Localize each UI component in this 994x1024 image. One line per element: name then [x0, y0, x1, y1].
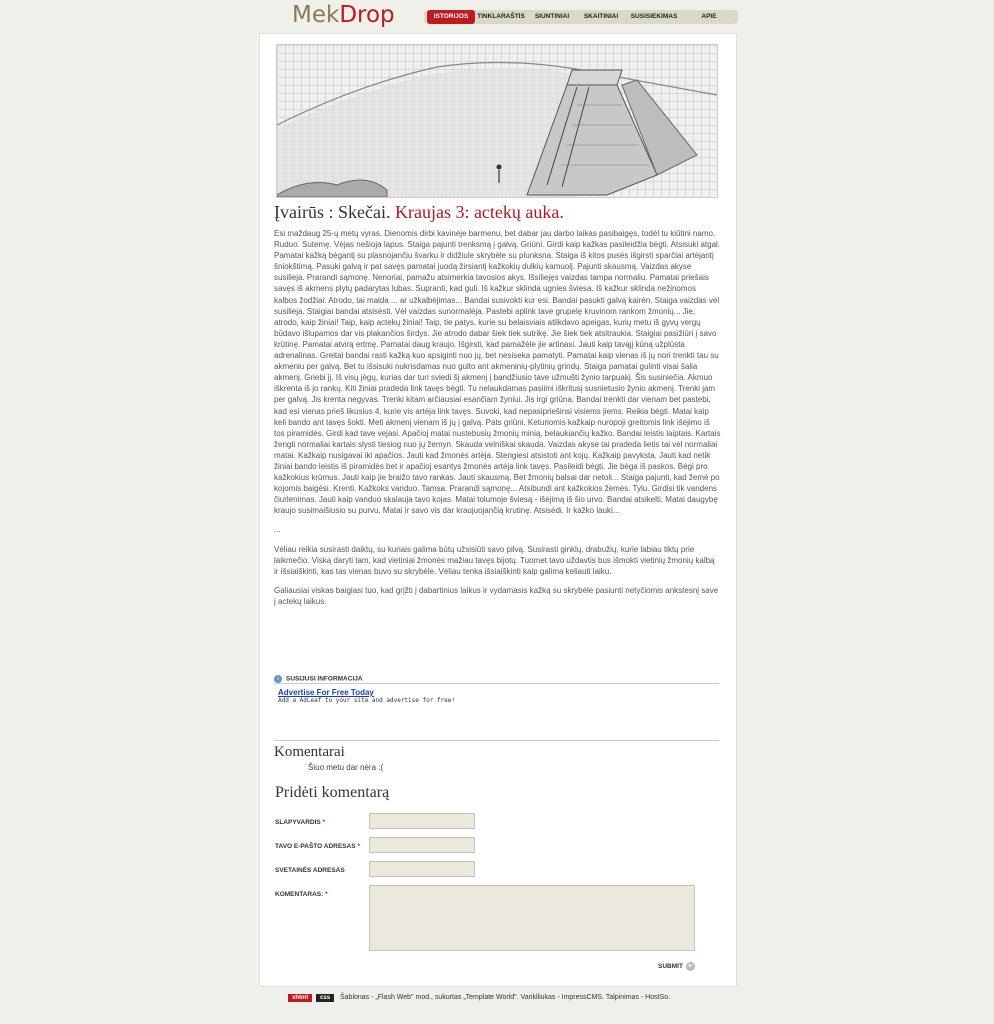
xhtml-badge[interactable]: xhtml — [288, 994, 313, 1002]
nav-item-skaitiniai[interactable]: SKAITINIAI — [577, 10, 625, 24]
website-input[interactable] — [369, 861, 475, 877]
article-paragraph-4: Galiausiai viskas baigiasi tuo, kad grįž… — [274, 585, 719, 606]
email-label-text: TAVO E-PAŠTO ADRESAS — [275, 843, 356, 850]
site-logo[interactable]: MekDrop — [292, 2, 395, 28]
logo-part-drop: Drop — [339, 2, 395, 28]
article-title-text[interactable]: Kraujas 3: actekų auka. — [395, 202, 564, 222]
header-sketch-image — [276, 44, 718, 198]
advertise-link[interactable]: Advertise For Free Today — [278, 688, 455, 697]
required-mark: * — [357, 843, 360, 850]
nav-item-susisiekimas[interactable]: SUSISIEKIMAS — [625, 10, 683, 24]
nav-item-istorijos[interactable]: ISTORIJOS — [427, 10, 475, 24]
comments-heading: Komentarai — [274, 744, 345, 760]
info-icon: i — [274, 674, 282, 683]
nickname-label-text: SLAPYVARDIS — [275, 819, 321, 826]
article-paragraph-3: Vėliau reikia susirasti daiktų, su kuria… — [274, 544, 715, 576]
comment-label: KOMENTARAS: * — [275, 891, 328, 898]
css-badge[interactable]: css — [316, 994, 335, 1002]
nickname-label: SLAPYVARDIS * — [275, 819, 325, 826]
article-title: Įvairūs : Skečai. Kraujas 3: actekų auka… — [274, 202, 564, 223]
email-input[interactable] — [369, 837, 475, 853]
logo-part-mek: Mek — [292, 2, 340, 28]
article-paragraph-2: ... — [274, 525, 281, 535]
arrow-right-icon: ▸ — [685, 962, 695, 971]
required-mark: * — [322, 819, 326, 826]
email-label: TAVO E-PAŠTO ADRESAS * — [275, 843, 360, 850]
divider — [274, 740, 719, 741]
related-info-header: i SUSIJUSI INFORMACIJA — [274, 670, 719, 684]
footer: xhtml css Šablonas - „Flash Web" mod., su… — [288, 994, 670, 1002]
related-info-label: SUSIJUSI INFORMACIJA — [286, 675, 363, 683]
article-paragraph-1: Esi maždaug 25-ų metų vyras. Dienomis di… — [274, 229, 721, 516]
ad-block: Advertise For Free Today Add a AdLeaf to… — [278, 688, 455, 704]
article-body: Esi maždaug 25-ų metų vyras. Dienomis di… — [274, 228, 721, 615]
required-mark: * — [325, 891, 328, 898]
add-comment-heading: Pridėti komentarą — [275, 784, 390, 801]
submit-button[interactable]: SUBMIT ▸ — [658, 962, 695, 971]
main-nav: ISTORIJOS TINKLARAŠTIS SIUNTINIAI SKAITI… — [424, 10, 738, 24]
nav-item-apie[interactable]: APIE — [683, 10, 735, 24]
nav-item-tinklarastis[interactable]: TINKLARAŠTIS — [475, 10, 527, 24]
submit-label: SUBMIT — [658, 963, 683, 971]
comment-textarea[interactable] — [369, 885, 695, 951]
website-label: SVETAINĖS ADRESAS — [275, 867, 345, 874]
article-category: Įvairūs : Skečai. — [274, 202, 391, 222]
content-panel: Įvairūs : Skečai. Kraujas 3: actekų auka… — [259, 33, 737, 987]
footer-credits: Šablonas - „Flash Web" mod., sukurtas „T… — [339, 994, 671, 1001]
no-comments-text: Šiuo metu dar nėra :( — [308, 763, 384, 772]
nickname-input[interactable] — [369, 813, 475, 829]
comment-label-text: KOMENTARAS: — [275, 891, 324, 898]
advertise-subtext: Add a AdLeaf to your site and advertise … — [278, 697, 456, 704]
pyramid-sketch — [277, 61, 717, 197]
nav-item-siuntiniai[interactable]: SIUNTINIAI — [527, 10, 577, 24]
